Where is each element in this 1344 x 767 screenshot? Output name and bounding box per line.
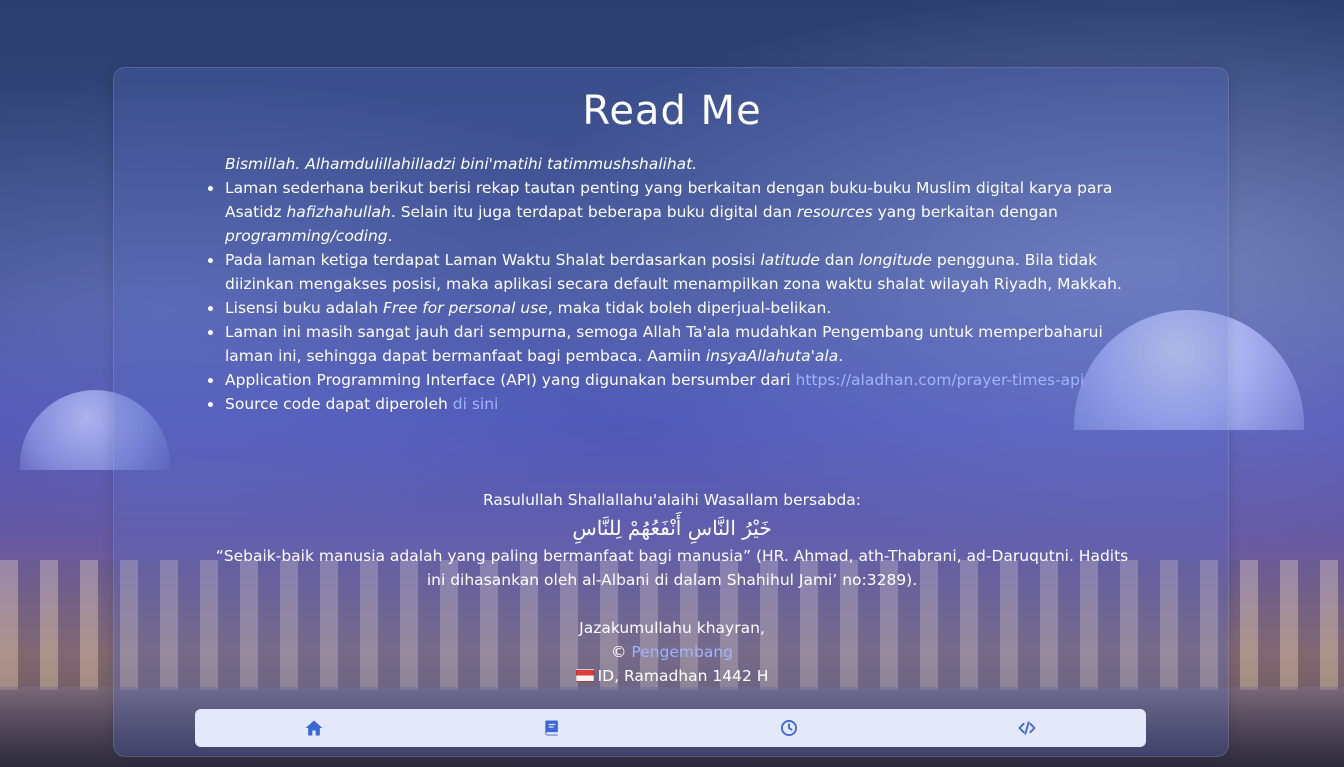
readme-list: Laman sederhana berikut berisi rekap tau… bbox=[208, 176, 1155, 416]
bottom-navbar bbox=[195, 709, 1146, 747]
hijri-date: , Ramadhan 1442 H bbox=[614, 667, 769, 685]
list-item-text: dan bbox=[819, 251, 859, 269]
list-item-emphasis: insyaAllahuta'ala bbox=[705, 347, 839, 365]
indonesia-flag-icon bbox=[575, 669, 594, 682]
readme-content: Bismillah. Alhamdulillahilladzi bini'mat… bbox=[208, 152, 1155, 416]
list-item-emphasis: latitude bbox=[760, 251, 820, 269]
list-item: Laman sederhana berikut berisi rekap tau… bbox=[208, 176, 1155, 248]
nav-code-button[interactable] bbox=[908, 709, 1146, 747]
list-item-text: . bbox=[838, 347, 844, 365]
list-item-emphasis: resources bbox=[796, 203, 873, 221]
list-item-text: yang berkaitan dengan bbox=[872, 203, 1058, 221]
country-code: ID bbox=[597, 667, 615, 685]
list-item-emphasis: longitude bbox=[858, 251, 932, 269]
copyright-symbol: © bbox=[610, 643, 627, 661]
api-source-link[interactable]: https://aladhan.com/prayer-times-api bbox=[796, 371, 1085, 389]
page-title: Read Me bbox=[582, 88, 762, 134]
list-item-text: . Selain itu juga terdapat beberapa buku… bbox=[390, 203, 797, 221]
list-item-text: Pada laman ketiga terdapat Laman Waktu S… bbox=[225, 251, 761, 269]
hadith-intro: Rasulullah Shallallahu'alaihi Wasallam b… bbox=[482, 491, 862, 509]
nav-home-button[interactable] bbox=[195, 709, 433, 747]
list-item-text: Application Programming Interface (API) … bbox=[225, 371, 796, 389]
list-item: Application Programming Interface (API) … bbox=[208, 368, 1155, 392]
code-icon bbox=[1018, 721, 1036, 735]
hadith-translation: “Sebaik-baik manusia adalah yang paling … bbox=[215, 547, 1129, 589]
nav-prayer-times-button[interactable] bbox=[671, 709, 909, 747]
closing-greeting: Jazakumullahu khayran, bbox=[579, 619, 765, 637]
list-item: Pada laman ketiga terdapat Laman Waktu S… bbox=[208, 248, 1155, 296]
list-item-text: , maka tidak boleh diperjual-belikan. bbox=[547, 299, 832, 317]
hadith-section: Rasulullah Shallallahu'alaihi Wasallam b… bbox=[210, 488, 1134, 688]
hadith-arabic: خَيْرُ النَّاسِ أَنْفَعُهُمْ لِلنَّاسِ bbox=[572, 516, 772, 540]
list-item-emphasis: Free for personal use bbox=[383, 299, 548, 317]
copyright-line: © Pengembang bbox=[210, 640, 1134, 664]
list-item: Source code dapat diperoleh di sini bbox=[208, 392, 1155, 416]
list-item-text: Laman ini masih sangat jauh dari sempurn… bbox=[225, 323, 1103, 365]
developer-link[interactable]: Pengembang bbox=[631, 643, 733, 661]
list-item-emphasis: programming/coding bbox=[225, 227, 388, 245]
list-item: Lisensi buku adalah Free for personal us… bbox=[208, 296, 1155, 320]
list-item: Laman ini masih sangat jauh dari sempurn… bbox=[208, 320, 1155, 368]
date-line: ID, Ramadhan 1442 H bbox=[210, 664, 1134, 688]
list-item-text: Source code dapat diperoleh bbox=[225, 395, 453, 413]
list-item-text: Lisensi buku adalah bbox=[225, 299, 383, 317]
list-item-emphasis: hafizhahullah bbox=[286, 203, 391, 221]
book-icon bbox=[544, 720, 558, 736]
home-icon bbox=[305, 720, 323, 736]
list-item-text: . bbox=[387, 227, 393, 245]
source-code-link[interactable]: di sini bbox=[453, 395, 499, 413]
readme-intro: Bismillah. Alhamdulillahilladzi bini'mat… bbox=[225, 155, 698, 173]
clock-icon bbox=[781, 720, 798, 736]
nav-books-button[interactable] bbox=[433, 709, 671, 747]
